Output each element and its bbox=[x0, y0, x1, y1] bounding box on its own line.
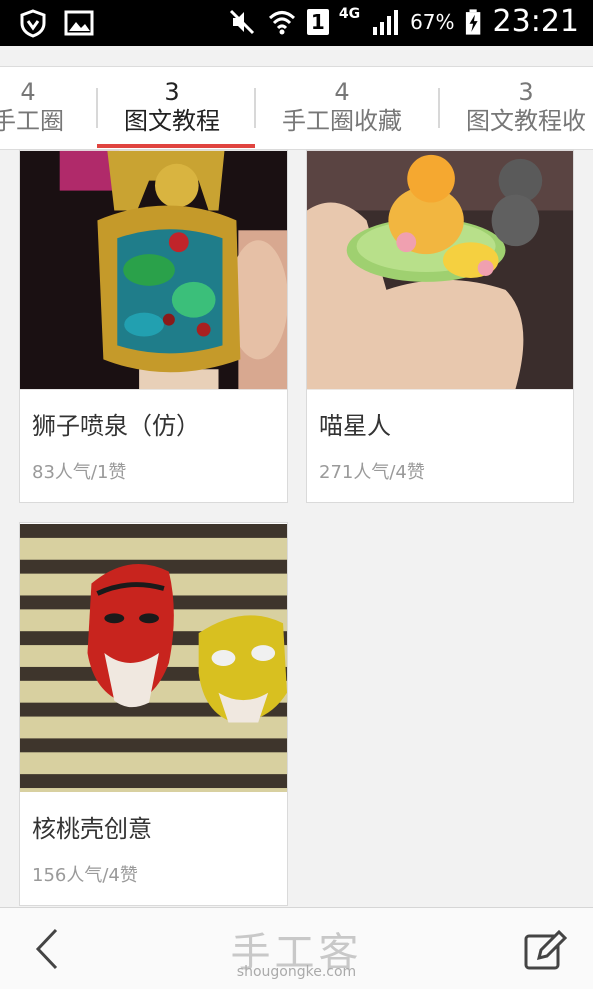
tab-divider bbox=[254, 88, 256, 128]
tab-handcraft-circle-favorites[interactable]: 4 手工圈收藏 bbox=[282, 79, 402, 137]
bottom-bar: 手工客 shougongke.com bbox=[0, 907, 593, 989]
tab-count: 4 bbox=[20, 78, 36, 106]
status-bar: 1 4G 67% 23:21 bbox=[0, 0, 593, 46]
mute-icon bbox=[229, 9, 254, 34]
tab-tutorials[interactable]: 3 图文教程 bbox=[124, 79, 220, 137]
network-type: 4G bbox=[338, 5, 361, 22]
tab-label: 图文教程收 bbox=[466, 107, 586, 135]
tab-label: 手工圈 bbox=[0, 107, 64, 135]
tutorial-thumbnail[interactable] bbox=[20, 523, 287, 793]
tab-count: 3 bbox=[164, 78, 180, 106]
active-tab-indicator bbox=[97, 144, 255, 148]
sim-indicator: 1 bbox=[306, 8, 329, 35]
card-title: 狮子喷泉（仿） bbox=[32, 412, 200, 440]
battery-percent: 67% bbox=[410, 9, 455, 34]
tab-tutorial-favorites[interactable]: 3 图文教程收 bbox=[466, 79, 586, 137]
clock: 23:21 bbox=[492, 4, 579, 39]
tutorial-thumbnail[interactable] bbox=[307, 150, 573, 390]
wifi-icon bbox=[268, 10, 295, 34]
tutorial-thumbnail[interactable] bbox=[20, 150, 287, 390]
tab-count: 3 bbox=[518, 78, 534, 106]
card-stats: 83人气/1赞 bbox=[32, 462, 127, 483]
battery-charging-icon bbox=[465, 8, 480, 35]
tab-handcraft-circle[interactable]: 4 手工圈 bbox=[0, 79, 64, 137]
tab-label: 手工圈收藏 bbox=[282, 107, 402, 135]
tab-divider bbox=[96, 88, 98, 128]
image-icon bbox=[64, 10, 94, 36]
shield-icon bbox=[20, 9, 46, 38]
tutorial-card[interactable]: 核桃壳创意 156人气/4赞 bbox=[19, 522, 288, 906]
edit-icon[interactable] bbox=[523, 928, 567, 972]
card-title: 喵星人 bbox=[319, 412, 391, 440]
signal-icon bbox=[373, 9, 399, 35]
tab-label: 图文教程 bbox=[124, 107, 220, 135]
site-url: shougongke.com bbox=[236, 964, 357, 980]
tutorial-card[interactable]: 狮子喷泉（仿） 83人气/1赞 bbox=[19, 149, 288, 503]
tutorial-card[interactable]: 喵星人 271人气/4赞 bbox=[306, 149, 574, 503]
card-title: 核桃壳创意 bbox=[32, 815, 152, 843]
tab-bar: 4 手工圈 3 图文教程 4 手工圈收藏 3 图文教程收 bbox=[0, 66, 593, 150]
tab-divider bbox=[438, 88, 440, 128]
tab-count: 4 bbox=[334, 78, 350, 106]
card-stats: 271人气/4赞 bbox=[319, 462, 425, 483]
card-stats: 156人气/4赞 bbox=[32, 865, 138, 886]
